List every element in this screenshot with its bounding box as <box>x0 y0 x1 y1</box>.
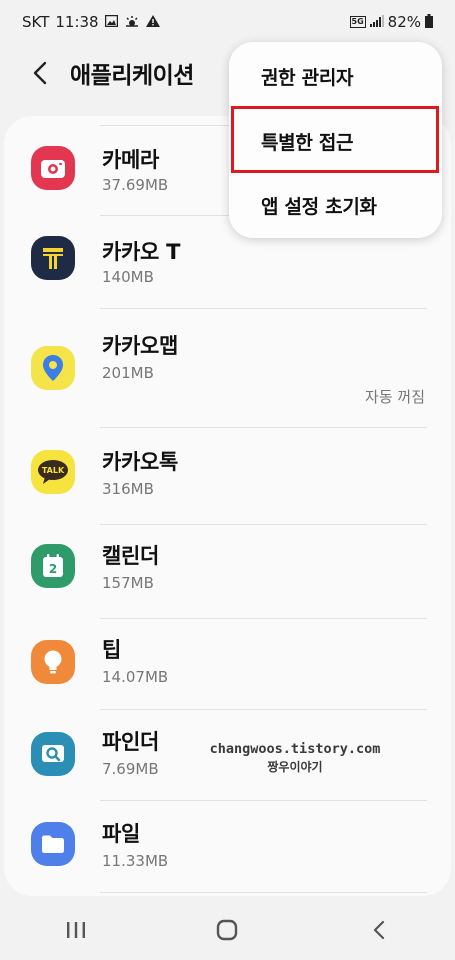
signal-icon <box>369 15 384 29</box>
app-size: 37.69MB <box>102 176 169 194</box>
watermark-url: changwoos.tistory.com <box>209 741 381 757</box>
divider <box>100 524 427 525</box>
weather-icon <box>124 15 140 29</box>
app-size: 14.07MB <box>102 668 169 686</box>
finder-icon <box>31 732 75 776</box>
status-bar: SKT 11:38 5G 82% <box>0 0 455 44</box>
divider <box>100 800 427 801</box>
divider <box>100 427 427 428</box>
divider <box>100 308 427 309</box>
app-name: 캘린더 <box>102 544 160 568</box>
app-name: 카카오맵 <box>102 334 179 358</box>
app-size: 11.33MB <box>102 852 169 870</box>
clock: 11:38 <box>55 13 99 31</box>
home-button[interactable] <box>197 910 257 950</box>
app-name: 카카오 T <box>102 240 181 264</box>
divider <box>100 709 427 710</box>
highlight-box <box>231 106 439 173</box>
gallery-icon <box>104 14 118 29</box>
navigation-bar <box>0 900 455 960</box>
kakao-t-icon <box>31 236 75 280</box>
back-button[interactable] <box>24 57 56 89</box>
list-item-kakao-map[interactable]: 카카오맵 201MB 자동 꺼짐 <box>4 316 451 428</box>
list-item-tips[interactable]: 팁 14.07MB <box>4 622 451 714</box>
folder-icon <box>31 822 75 866</box>
app-size: 201MB <box>102 364 154 382</box>
app-name: 팁 <box>102 638 122 662</box>
svg-text:TALK: TALK <box>42 466 65 475</box>
list-item-calendar[interactable]: 2 캘린더 157MB <box>4 528 451 620</box>
watermark-name: 짱우이야기 <box>267 760 323 774</box>
list-item-files[interactable]: 파일 11.33MB <box>4 806 451 896</box>
app-name: 카카오톡 <box>102 450 179 474</box>
chevron-left-icon <box>33 61 47 85</box>
app-size: 7.69MB <box>102 760 159 778</box>
home-icon <box>217 919 238 941</box>
status-text: 자동 꺼짐 <box>365 388 425 406</box>
back-nav-button[interactable] <box>349 910 409 950</box>
recent-apps-button[interactable] <box>46 910 106 950</box>
app-name: 파인더 <box>102 730 160 754</box>
chevron-left-icon <box>374 920 385 940</box>
menu-item-permission-manager[interactable]: 권한 관리자 <box>229 45 442 107</box>
kakaotalk-icon: TALK <box>31 450 75 494</box>
app-size: 140MB <box>102 268 154 286</box>
svg-text:2: 2 <box>49 562 57 576</box>
carrier-label: SKT <box>22 13 50 31</box>
recent-apps-icon <box>66 922 85 938</box>
app-size: 316MB <box>102 480 154 498</box>
warning-icon <box>145 15 160 29</box>
network-5g-icon: 5G <box>349 16 366 28</box>
kakao-map-icon <box>31 346 75 390</box>
list-item-kakaotalk[interactable]: TALK 카카오톡 316MB <box>4 434 451 526</box>
camera-icon <box>31 146 75 190</box>
divider <box>100 618 427 619</box>
battery-icon <box>425 14 433 30</box>
lightbulb-icon <box>31 640 75 684</box>
watermark: changwoos.tistory.com 짱우이야기 <box>200 741 390 775</box>
battery-percentage: 82% <box>387 13 421 31</box>
app-size: 157MB <box>102 574 154 592</box>
app-name: 파일 <box>102 822 141 846</box>
menu-item-reset-app-preferences[interactable]: 앱 설정 초기화 <box>229 174 442 236</box>
calendar-icon: 2 <box>31 544 75 588</box>
divider <box>100 892 427 893</box>
page-title: 애플리케이션 <box>70 63 194 89</box>
app-name: 카메라 <box>102 148 160 172</box>
